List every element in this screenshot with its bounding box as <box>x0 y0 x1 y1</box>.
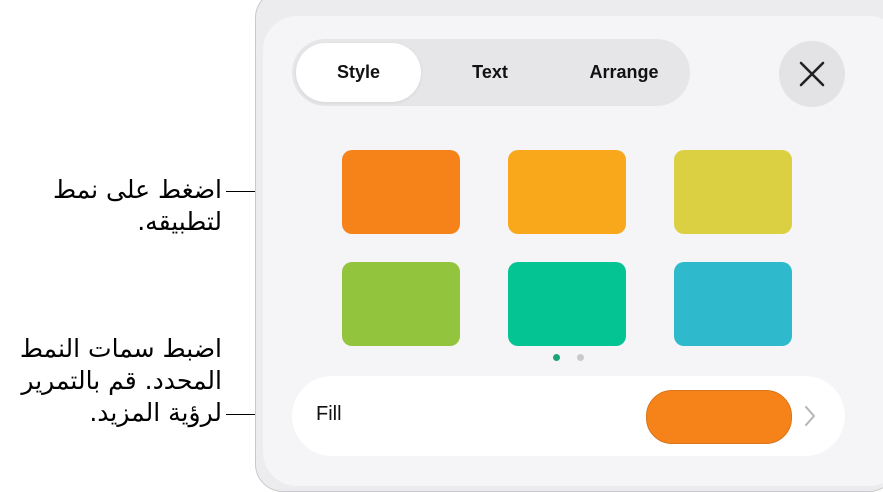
callout-apply-style: اضغط على نمط لتطبيقه. <box>53 174 222 238</box>
callout-line: اضغط على نمط <box>52 175 222 204</box>
style-swatch-cyan[interactable] <box>674 262 792 346</box>
callout-line: لتطبيقه. <box>137 207 222 236</box>
close-button[interactable] <box>779 41 845 107</box>
format-tab-bar: Style Text Arrange <box>292 39 690 106</box>
fill-color-well[interactable] <box>646 390 792 444</box>
fill-label: Fill <box>316 403 342 425</box>
page-indicator-dot[interactable] <box>577 354 584 361</box>
tab-arrange[interactable]: Arrange <box>558 43 690 102</box>
callout-line: اضبط سمات النمط <box>19 334 222 363</box>
page-indicator-dot-active[interactable] <box>553 354 560 361</box>
close-icon <box>799 61 825 87</box>
style-swatch-amber[interactable] <box>508 150 626 234</box>
style-swatch-orange[interactable] <box>342 150 460 234</box>
callout-line: لرؤية المزيد. <box>89 398 222 427</box>
chevron-right-icon <box>805 406 815 426</box>
callout-adjust-attributes: اضبط سمات النمط المحدد. قم بالتمرير لرؤي… <box>20 333 222 429</box>
tab-text[interactable]: Text <box>428 43 552 102</box>
style-swatch-green[interactable] <box>342 262 460 346</box>
fill-row[interactable]: Fill <box>292 376 845 456</box>
tab-style[interactable]: Style <box>296 43 421 102</box>
callout-line: المحدد. قم بالتمرير <box>21 366 222 395</box>
style-swatch-teal[interactable] <box>508 262 626 346</box>
style-swatch-yellow[interactable] <box>674 150 792 234</box>
